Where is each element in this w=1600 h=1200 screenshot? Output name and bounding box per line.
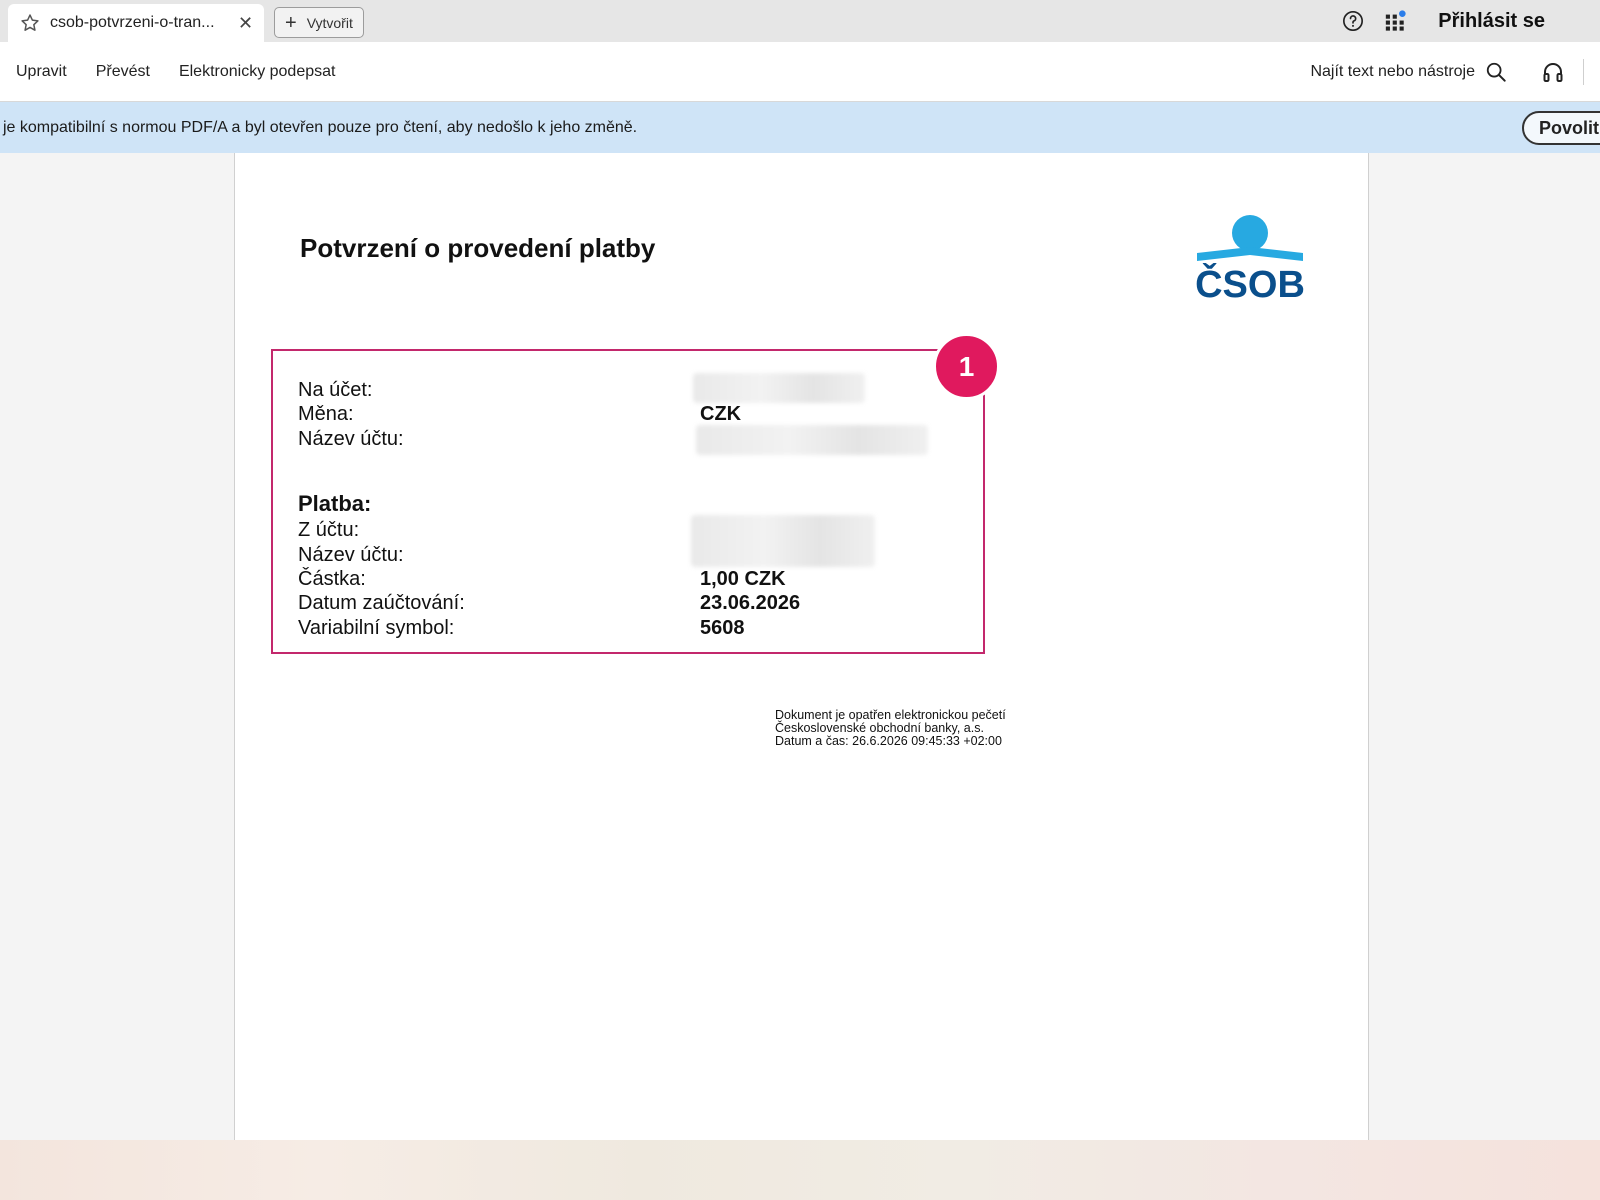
apps-icon[interactable] [1384,10,1406,32]
headphones-icon[interactable] [1541,60,1565,84]
search-tools-button[interactable]: Najít text nebo nástroje [1310,63,1475,81]
seal-line-3: Datum a čas: 26.6.2026 09:45:33 +02:00 [775,734,1002,748]
electronic-seal-note: Dokument je opatřen elektronickou pečetí… [775,709,1006,748]
plus-icon: + [285,11,297,34]
posting-date-label: Datum zaúčtování: [298,592,465,614]
toolbar-divider [1583,59,1584,85]
payer-account-name-label: Název účtu: [298,544,404,566]
tab-title: csob-potvrzeni-o-tran... [50,14,215,31]
csob-logo: ČSOB [1195,215,1305,303]
sign-in-button[interactable]: Přihlásit se [1438,10,1545,33]
pdfa-info-banner: je kompatibilní s normou PDF/A a byl ote… [0,102,1600,153]
step-badge: 1 [933,333,1000,400]
search-icon[interactable] [1485,61,1507,83]
to-account-label: Na účet: [298,379,373,401]
payment-heading: Platba: [298,491,372,516]
pdf-page: Potvrzení o provedení platby ČSOB 1 Na ú… [234,153,1369,1140]
tab-bar: csob-potvrzeni-o-tran... ✕ + Vytvořit Př… [0,0,1600,42]
redacted-from-account [691,515,875,567]
taskbar-strip [0,1140,1600,1200]
banner-text: je kompatibilní s normou PDF/A a byl ote… [3,119,638,136]
redacted-account-name [696,425,928,455]
menu-item-edit[interactable]: Upravit [16,63,67,81]
posting-date-value: 23.06.2026 [700,592,801,614]
amount-value: 1,00 CZK [700,568,786,590]
currency-label: Měna: [298,403,354,425]
menu-item-convert[interactable]: Převést [96,63,150,81]
search-area: Najít text nebo nástroje [1310,42,1600,102]
new-tab-label: Vytvořit [306,14,353,31]
notification-dot [1399,10,1406,17]
toolbar: Upravit Převést Elektronicky podepsat Na… [0,42,1600,102]
variable-symbol-value: 5608 [700,617,745,639]
close-icon[interactable]: ✕ [238,13,253,34]
from-account-label: Z účtu: [298,519,360,541]
new-tab-button[interactable]: + Vytvořit [274,7,364,38]
help-icon[interactable] [1342,10,1364,32]
enable-editing-button[interactable]: Povolit [1522,111,1600,145]
toolbar-menu: Upravit Převést Elektronicky podepsat [16,42,364,102]
account-name-label: Název účtu: [298,428,404,450]
page-title: Potvrzení o provedení platby [300,233,656,263]
header-actions: Přihlásit se [1342,0,1600,42]
logo-wordmark: ČSOB [1195,261,1305,303]
amount-label: Částka: [298,568,366,590]
currency-value: CZK [700,403,742,425]
browser-tab[interactable]: csob-potvrzeni-o-tran... ✕ [8,4,264,42]
redacted-to-account [693,373,865,403]
star-icon[interactable] [20,13,40,33]
menu-item-e-sign[interactable]: Elektronicky podepsat [179,63,336,81]
variable-symbol-label: Variabilní symbol: [298,617,455,639]
